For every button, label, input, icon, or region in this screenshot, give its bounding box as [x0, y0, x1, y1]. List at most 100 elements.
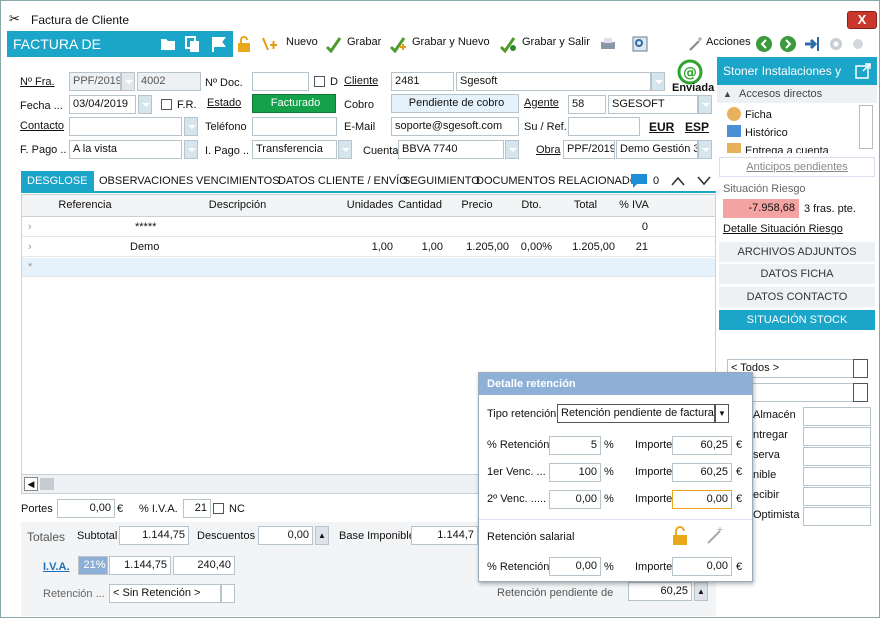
obra-label[interactable]: Obra	[536, 144, 560, 156]
tab-observaciones[interactable]: OBSERVACIONES	[99, 171, 193, 191]
ipago-dropdown-arrow[interactable]	[338, 140, 352, 159]
shortcut-historico[interactable]: Histórico	[745, 127, 788, 139]
shortcut-scrollbar[interactable]	[859, 105, 873, 149]
collapse-icon[interactable]: ▲	[723, 89, 732, 99]
nc-checkbox[interactable]	[213, 503, 224, 514]
contacto-label[interactable]: Contacto	[20, 120, 64, 132]
printer-icon[interactable]	[599, 35, 617, 53]
fecha-dropdown-arrow[interactable]	[138, 95, 152, 114]
anticipos-link[interactable]: Anticipos pendientes	[719, 157, 875, 177]
forward-arrow-icon[interactable]	[779, 35, 797, 53]
cliente-code-field[interactable]: 2481	[391, 72, 454, 91]
retencion-importe-field[interactable]: 60,25	[672, 436, 732, 455]
tab-vencimientos[interactable]: VENCIMIENTOS	[196, 171, 280, 191]
new-row[interactable]: *	[22, 258, 715, 277]
shortcut-ficha[interactable]: Ficha	[745, 109, 772, 121]
agente-label[interactable]: Agente	[524, 97, 559, 109]
tab-desglose[interactable]: DESGLOSE	[21, 171, 94, 191]
agente-code-field[interactable]: 58	[568, 95, 606, 114]
lock-icon[interactable]	[235, 35, 253, 53]
col-unidades[interactable]: Unidades	[345, 199, 395, 211]
iva-pct-field[interactable]: 21	[183, 499, 211, 518]
nfra-label[interactable]: Nº Fra.	[20, 76, 55, 88]
retencion-pct-field[interactable]: 5	[549, 436, 601, 455]
gear-icon[interactable]	[827, 35, 845, 53]
back-arrow-icon[interactable]	[755, 35, 773, 53]
fpago-field[interactable]: A la vista	[69, 140, 182, 159]
d-checkbox[interactable]	[314, 76, 325, 87]
situacion-stock-section[interactable]: SITUACIÓN STOCK	[719, 310, 875, 330]
sal-importe-field[interactable]: 0,00	[672, 557, 732, 576]
comment-icon[interactable]	[630, 173, 648, 189]
magic-wand-icon[interactable]	[704, 525, 726, 547]
sal-pct-field[interactable]: 0,00	[549, 557, 601, 576]
scroll-thumb[interactable]	[40, 478, 54, 490]
contacto-field[interactable]	[69, 117, 182, 136]
serie-select[interactable]: PPF/2019	[69, 72, 121, 91]
ret-pend-up-icon[interactable]: ▲	[694, 582, 708, 601]
settings-icon[interactable]	[849, 35, 867, 53]
col-dto[interactable]: Dto.	[509, 199, 554, 211]
grabar-button[interactable]: Grabar	[347, 36, 381, 48]
col-cantidad[interactable]: Cantidad	[395, 199, 445, 211]
fpago-dropdown-arrow[interactable]	[184, 140, 198, 159]
datos-ficha-section[interactable]: DATOS FICHA	[719, 264, 875, 284]
cuenta-dropdown-arrow[interactable]	[505, 140, 519, 159]
fecha-field[interactable]: 03/04/2019	[69, 95, 136, 114]
tab-datos-cliente[interactable]: DATOS CLIENTE / ENVÍO	[278, 171, 408, 191]
suref-field[interactable]	[568, 117, 640, 136]
nuevo-button[interactable]: Nuevo	[286, 36, 318, 48]
ipago-field[interactable]: Transferencia	[252, 140, 337, 159]
venc2-pct-field[interactable]: 0,00	[549, 490, 601, 509]
lock-icon[interactable]	[669, 525, 691, 547]
external-link-icon[interactable]	[855, 63, 871, 79]
col-iva[interactable]: % IVA	[617, 199, 651, 211]
folder-icon[interactable]	[159, 35, 177, 53]
obra-code-field[interactable]: PPF/2019/I	[563, 140, 615, 159]
agente-name-field[interactable]: SGESOFT	[608, 95, 698, 114]
obra-name-field[interactable]: Demo Gestión 36	[616, 140, 698, 159]
detalle-riesgo-link[interactable]: Detalle Situación Riesgo	[723, 223, 843, 235]
second-dropdown-arrow[interactable]	[853, 383, 868, 402]
shortcut-entrega[interactable]: Entrega a cuenta	[745, 145, 829, 153]
retencion-dropdown-arrow[interactable]	[221, 584, 235, 603]
cuenta-field[interactable]: BBVA 7740	[398, 140, 504, 159]
tab-seguimiento[interactable]: SEGUIMIENTO	[403, 171, 480, 191]
flag-icon[interactable]	[209, 35, 227, 53]
almacen-dropdown-arrow[interactable]	[853, 359, 868, 378]
exit-icon[interactable]	[803, 35, 821, 53]
portes-field[interactable]: 0,00	[57, 499, 115, 518]
obra-dropdown-arrow[interactable]	[698, 140, 712, 159]
chevron-down-icon[interactable]	[697, 175, 711, 187]
grabar-salir-button[interactable]: Grabar y Salir	[522, 36, 590, 48]
email-field[interactable]: soporte@sgesoft.com	[391, 117, 519, 136]
close-button[interactable]: X	[847, 11, 877, 29]
descuentos-field[interactable]: 0,00	[258, 526, 313, 545]
preview-icon[interactable]	[631, 35, 649, 53]
table-row[interactable]: › ***** 0	[22, 218, 715, 237]
venc1-importe-field[interactable]: 60,25	[672, 463, 732, 482]
venc2-importe-field[interactable]: 0,00	[672, 490, 732, 509]
archivos-adjuntos-section[interactable]: ARCHIVOS ADJUNTOS	[719, 242, 875, 262]
eur-link[interactable]: EUR	[649, 120, 674, 134]
esp-link[interactable]: ESP	[685, 120, 709, 134]
venc1-pct-field[interactable]: 100	[549, 463, 601, 482]
scroll-left-icon[interactable]: ◀	[24, 477, 38, 491]
acciones-button[interactable]: Acciones	[706, 36, 751, 48]
telefono-field[interactable]	[252, 117, 337, 136]
datos-contacto-section[interactable]: DATOS CONTACTO	[719, 287, 875, 307]
table-row[interactable]: › Demo 1,00 1,00 1.205,00 0,00% 1.205,00…	[22, 238, 715, 257]
iva-link[interactable]: I.V.A.	[43, 561, 70, 573]
col-precio[interactable]: Precio	[445, 199, 509, 211]
descuentos-up-icon[interactable]: ▲	[315, 526, 329, 545]
tipo-retencion-select[interactable]: Retención pendiente de facturar	[557, 404, 715, 423]
serie-dropdown-arrow[interactable]	[121, 72, 135, 91]
agente-dropdown-arrow[interactable]	[698, 95, 712, 114]
cliente-name-field[interactable]: Sgesoft	[456, 72, 651, 91]
fr-checkbox[interactable]	[161, 99, 172, 110]
contacto-dropdown-arrow[interactable]	[184, 117, 198, 136]
cliente-dropdown-arrow[interactable]	[651, 72, 665, 91]
col-descripcion[interactable]: Descripción	[130, 199, 345, 211]
estado-label[interactable]: Estado	[207, 97, 241, 109]
numero-field[interactable]: 4002	[137, 72, 201, 91]
